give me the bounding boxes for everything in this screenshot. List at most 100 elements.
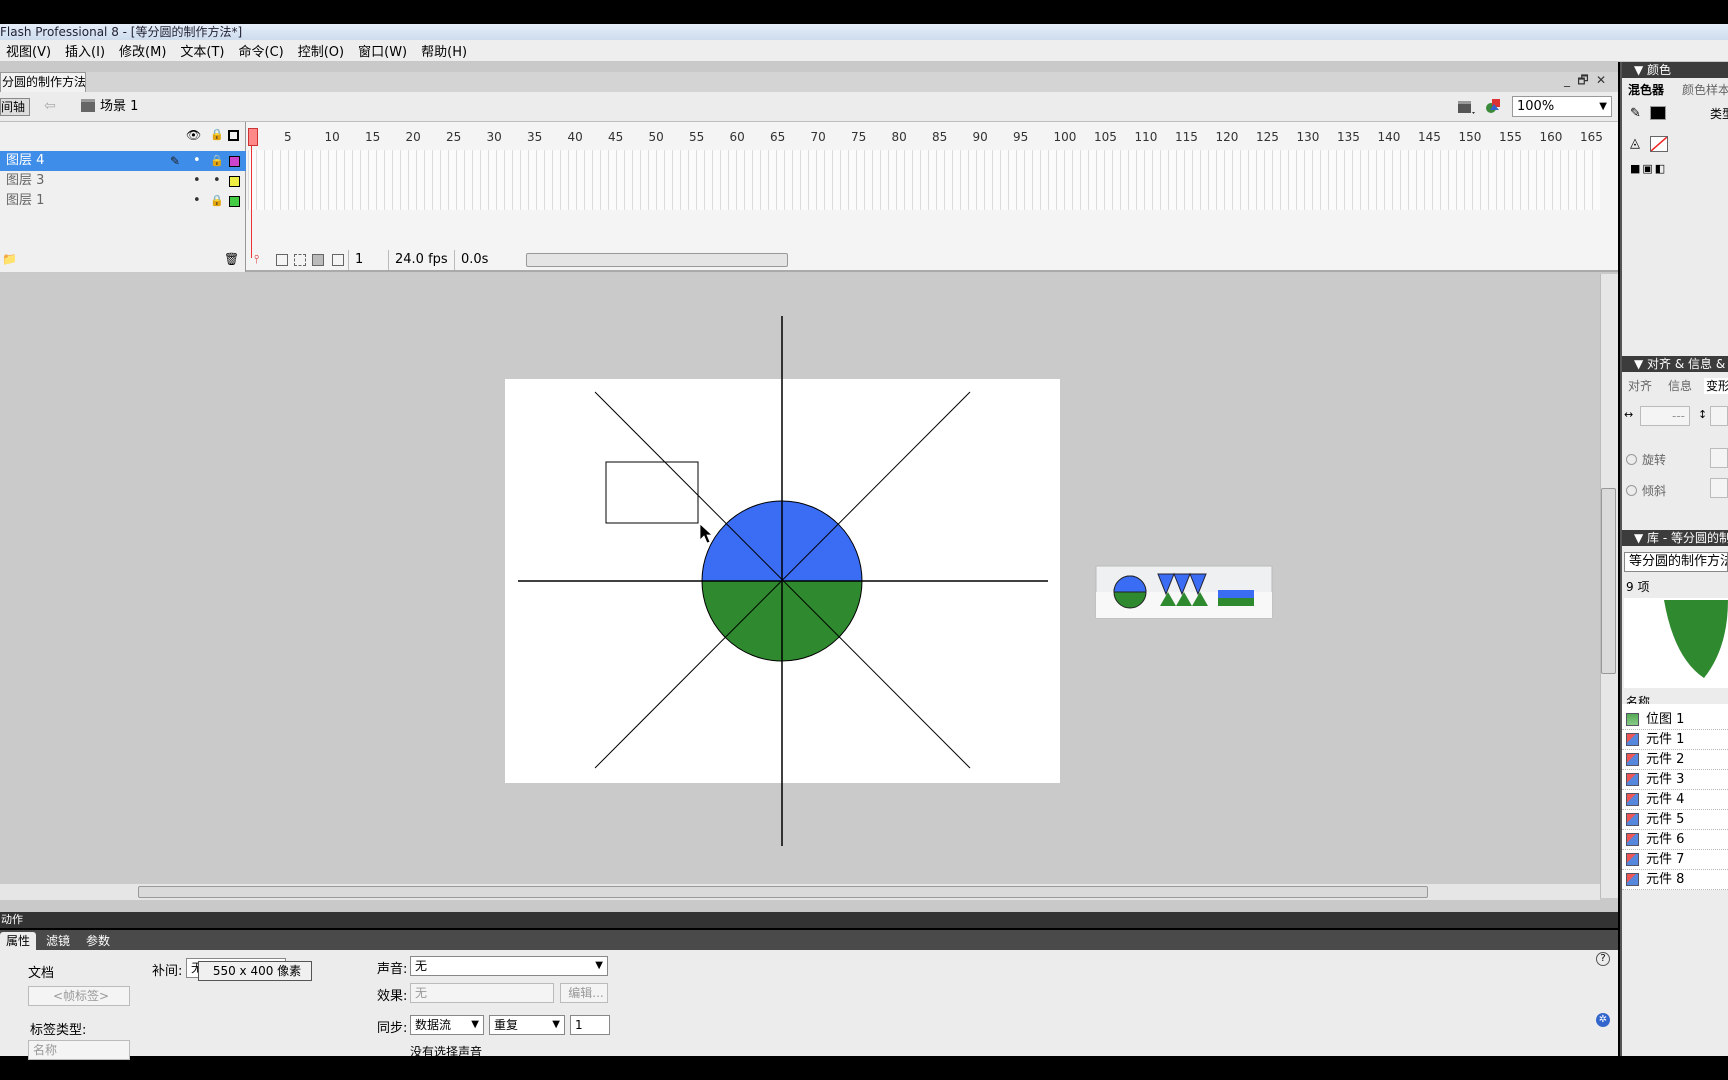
edit-symbol-icon[interactable] (1484, 96, 1506, 116)
menu-window[interactable]: 窗口(W) (358, 41, 407, 60)
lock-dot[interactable]: • (213, 171, 221, 191)
timeline-toggle-button[interactable]: 间轴 (0, 98, 30, 116)
layer-row[interactable]: 图层 4 ✎ • 🔒 (0, 151, 246, 171)
menu-commands[interactable]: 命令(C) (239, 41, 284, 60)
tab-color-mixer[interactable]: 混色器 (1628, 82, 1664, 98)
eye-icon[interactable]: 👁 (186, 128, 201, 142)
list-item[interactable]: 位图 1 (1622, 710, 1728, 730)
edit-bar (0, 92, 1618, 122)
sync-select[interactable]: 数据流 ▼ (410, 1015, 484, 1035)
visibility-dot[interactable]: • (193, 191, 201, 211)
skew-input[interactable] (1710, 478, 1728, 498)
tab-transform[interactable]: 变形 (1704, 378, 1728, 394)
repeat-count-input[interactable]: 1 (570, 1015, 610, 1035)
list-item[interactable]: 元件 1 (1622, 730, 1728, 750)
list-item[interactable]: 元件 4 (1622, 790, 1728, 810)
tab-align[interactable]: 对齐 (1628, 378, 1652, 394)
visibility-dot[interactable]: • (193, 171, 201, 191)
add-layer-icon[interactable]: 📁 (2, 252, 17, 266)
playhead[interactable] (251, 128, 259, 258)
stroke-color-icon[interactable]: ✎ (1630, 106, 1641, 121)
document-tab[interactable]: 分圆的制作方法* (0, 72, 86, 92)
frame-grid[interactable] (248, 150, 1600, 210)
layer-color-swatch[interactable] (229, 156, 240, 167)
align-panel-header[interactable]: ▼ 对齐 & 信息 & 变形 (1622, 356, 1728, 372)
chevron-down-icon: ▼ (595, 960, 603, 971)
zoom-select[interactable]: 100% ▼ (1512, 96, 1612, 117)
menu-help[interactable]: 帮助(H) (421, 41, 467, 60)
stage-canvas[interactable] (0, 274, 1600, 884)
menu-text[interactable]: 文本(T) (180, 41, 224, 60)
modify-markers-icon[interactable] (332, 254, 344, 266)
effect-select[interactable]: 无 (410, 983, 554, 1003)
tab-filters[interactable]: 滤镜 (40, 932, 76, 950)
stage-vertical-scrollbar-thumb[interactable] (1601, 488, 1616, 674)
visibility-dot[interactable]: • (193, 151, 201, 171)
repeat-select[interactable]: 重复 ▼ (489, 1015, 565, 1035)
menu-insert[interactable]: 插入(I) (65, 41, 105, 60)
restore-icon[interactable]: 🗗 (1576, 72, 1590, 88)
fill-color-icon[interactable]: ◬ (1630, 136, 1640, 151)
ruler-tick-label: 5 (284, 130, 292, 144)
accessibility-icon[interactable]: ✲ (1596, 1013, 1610, 1027)
list-item[interactable]: 元件 3 (1622, 770, 1728, 790)
menu-control[interactable]: 控制(O) (298, 41, 344, 60)
list-item[interactable]: 元件 6 (1622, 830, 1728, 850)
center-frame-icon[interactable]: ⫯ (254, 252, 259, 267)
frame-label-input[interactable]: <帧标签> (28, 986, 130, 1006)
width-input[interactable]: --- (1640, 406, 1690, 426)
close-icon[interactable]: ✕ (1594, 72, 1608, 88)
back-arrow-icon[interactable]: ⇦ (44, 98, 56, 114)
stage-horizontal-scrollbar-thumb[interactable] (138, 886, 1428, 898)
help-icon[interactable]: ? (1596, 952, 1610, 966)
ruler-tick-label: 90 (972, 130, 988, 144)
label-type-select[interactable]: 名称 (28, 1040, 130, 1060)
timeline-scrollbar-thumb[interactable] (526, 253, 788, 267)
tab-properties[interactable]: 属性 (0, 932, 37, 950)
symbol-icon (1626, 773, 1639, 786)
rotate-input[interactable] (1710, 448, 1728, 468)
flash-window: Flash Professional 8 - [等分圆的制作方法*] 视图(V)… (0, 0, 1728, 1080)
ruler-tick-label: 20 (405, 130, 421, 144)
onion-outline-icon[interactable] (294, 254, 306, 266)
edit-multiple-frames-icon[interactable] (312, 254, 324, 266)
edit-sound-button[interactable]: 编辑... (560, 983, 608, 1003)
bitmap-thumbnail[interactable] (1095, 565, 1273, 619)
tab-parameters[interactable]: 参数 (80, 932, 116, 950)
skew-radio[interactable] (1626, 485, 1637, 496)
outline-icon[interactable] (228, 130, 239, 141)
frame-ruler[interactable]: 1510152025303540455055606570758085909510… (248, 128, 1603, 148)
menu-modify[interactable]: 修改(M) (119, 41, 166, 60)
list-item[interactable]: 元件 2 (1622, 750, 1728, 770)
layer-color-swatch[interactable] (229, 176, 240, 187)
color-panel-header[interactable]: ▼ 颜色 (1622, 62, 1728, 78)
scene-label[interactable]: 场景 1 (100, 98, 138, 116)
library-panel-header[interactable]: ▼ 库 - 等分圆的制作方法 (1622, 530, 1728, 546)
tab-color-swatches[interactable]: 颜色样本 (1682, 82, 1728, 98)
layer-row[interactable]: 图层 3 • • (0, 171, 246, 191)
rotate-radio[interactable] (1626, 454, 1637, 465)
list-item[interactable]: 元件 8 (1622, 870, 1728, 890)
list-item[interactable]: 元件 5 (1622, 810, 1728, 830)
lock-icon[interactable]: 🔒 (210, 128, 224, 141)
menu-view[interactable]: 视图(V) (6, 41, 51, 60)
no-color-swatch[interactable] (1650, 136, 1668, 152)
height-input[interactable] (1710, 406, 1728, 426)
color-swap-icons[interactable]: ■▣◧ (1630, 162, 1674, 176)
lock-icon[interactable]: 🔒 (210, 191, 224, 211)
minimize-icon[interactable]: _ (1560, 72, 1574, 88)
list-item[interactable]: 元件 7 (1622, 850, 1728, 870)
tab-info[interactable]: 信息 (1668, 378, 1692, 394)
layer-color-swatch[interactable] (229, 196, 240, 207)
ruler-tick-label: 40 (567, 130, 583, 144)
edit-scene-icon[interactable] (1456, 98, 1476, 116)
playhead-marker[interactable] (248, 128, 258, 146)
lock-icon[interactable]: 🔒 (210, 151, 224, 171)
onion-skin-icon[interactable] (276, 254, 288, 266)
layer-row[interactable]: 图层 1 • 🔒 (0, 191, 246, 211)
stroke-color-swatch[interactable] (1650, 106, 1666, 120)
sound-select[interactable]: 无 ▼ (410, 956, 608, 976)
library-select[interactable]: 等分圆的制作方法 (1624, 552, 1728, 572)
actions-panel-header[interactable]: 动作 (0, 912, 1618, 928)
delete-layer-icon[interactable]: 🗑 (224, 252, 239, 266)
